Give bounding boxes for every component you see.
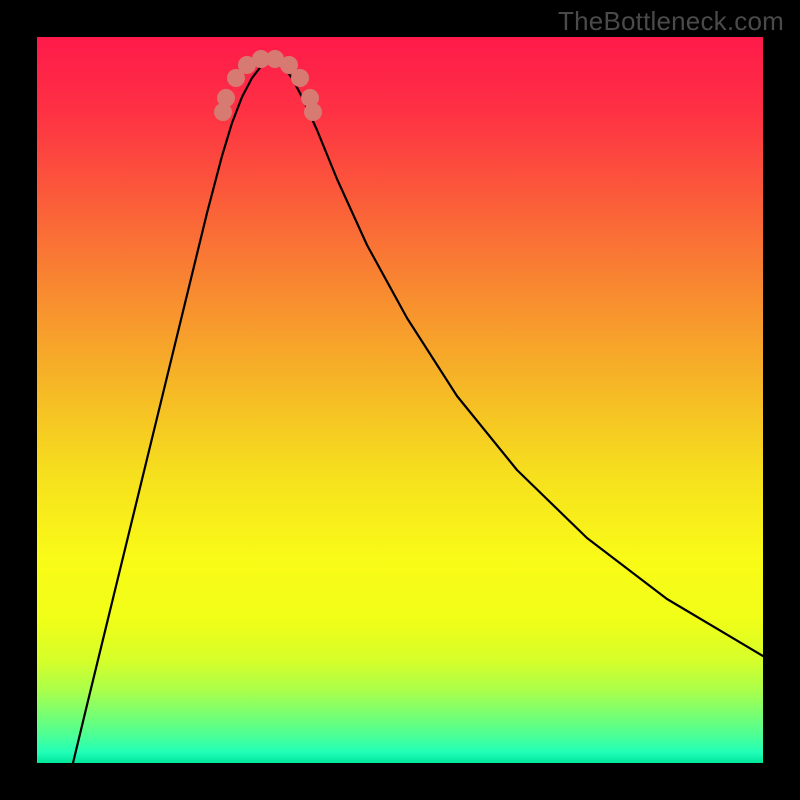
highlight-dot — [291, 69, 309, 87]
bottleneck-curve — [37, 37, 763, 763]
plot-area — [37, 37, 763, 763]
highlight-dot — [217, 89, 235, 107]
highlight-dot — [304, 103, 322, 121]
watermark-label: TheBottleneck.com — [558, 6, 784, 37]
chart-frame: TheBottleneck.com — [0, 0, 800, 800]
